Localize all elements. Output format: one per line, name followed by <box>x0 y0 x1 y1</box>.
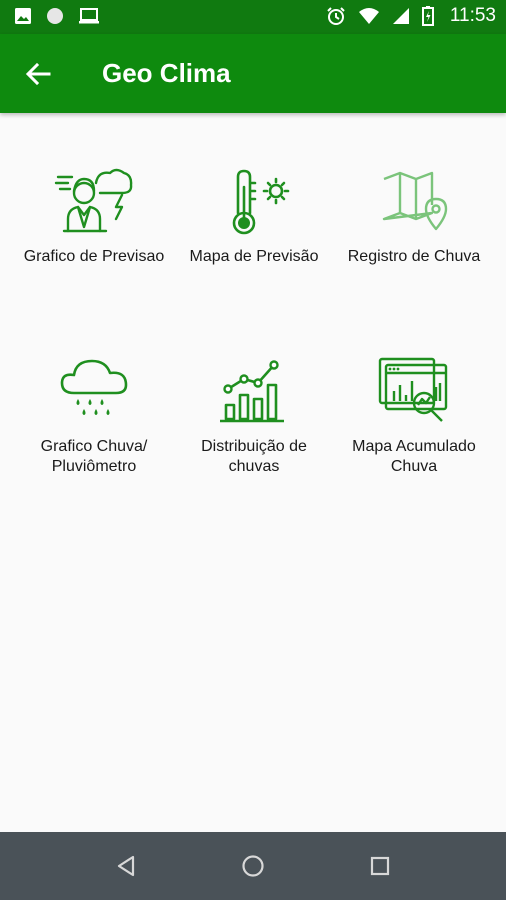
laptop-icon <box>79 8 99 24</box>
system-nav-bar <box>0 832 506 900</box>
map-location-icon <box>382 171 448 231</box>
back-arrow-icon <box>25 62 51 86</box>
alarm-icon <box>327 7 345 25</box>
menu-item-label: Distribuição de chuvas <box>201 438 307 475</box>
bar-chart-trend-icon <box>220 360 284 423</box>
menu-item-grafico-previsao[interactable]: Grafico de Previsao <box>10 165 178 267</box>
analytics-magnifier-icon <box>378 357 448 422</box>
menu-item-grafico-chuva[interactable]: Grafico Chuva/ Pluviômetro <box>10 355 178 477</box>
menu-item-distribuicao-chuvas[interactable]: Distribuição de chuvas <box>170 355 338 477</box>
battery-icon <box>421 6 434 26</box>
menu-item-mapa-previsao[interactable]: Mapa de Previsão <box>170 165 338 267</box>
menu-item-label: Grafico Chuva/ Pluviômetro <box>40 438 148 475</box>
nav-recents-icon <box>370 856 390 876</box>
nav-home-button[interactable] <box>235 850 271 882</box>
menu-item-label: Mapa Acumulado Chuva <box>352 438 476 475</box>
menu-item-label: Registro de Chuva <box>347 248 481 265</box>
back-button[interactable] <box>18 56 58 92</box>
menu-item-registro-chuva[interactable]: Registro de Chuva <box>330 165 498 267</box>
nav-recents-button[interactable] <box>362 850 398 882</box>
status-bar: 11:53 <box>0 0 506 34</box>
app-bar: Geo Clima <box>0 34 506 113</box>
thermometer-sun-icon <box>232 169 290 235</box>
page-title: Geo Clima <box>102 58 231 88</box>
signal-icon <box>392 8 409 24</box>
rain-cloud-icon <box>60 359 128 415</box>
nav-back-button[interactable] <box>108 850 144 882</box>
status-right-icons: 11:53 <box>326 5 496 27</box>
nav-back-icon <box>117 855 135 877</box>
nav-home-icon <box>242 855 264 877</box>
status-left-icons <box>14 7 100 25</box>
menu-item-label: Mapa de Previsão <box>189 248 319 265</box>
circle-icon <box>47 8 63 24</box>
menu-item-mapa-acumulado[interactable]: Mapa Acumulado Chuva <box>330 355 498 477</box>
weather-forecast-person-icon <box>54 168 133 233</box>
status-time: 11:53 <box>449 5 496 26</box>
image-icon <box>15 8 31 24</box>
wifi-icon <box>358 8 379 24</box>
menu-item-label: Grafico de Previsao <box>23 248 165 265</box>
